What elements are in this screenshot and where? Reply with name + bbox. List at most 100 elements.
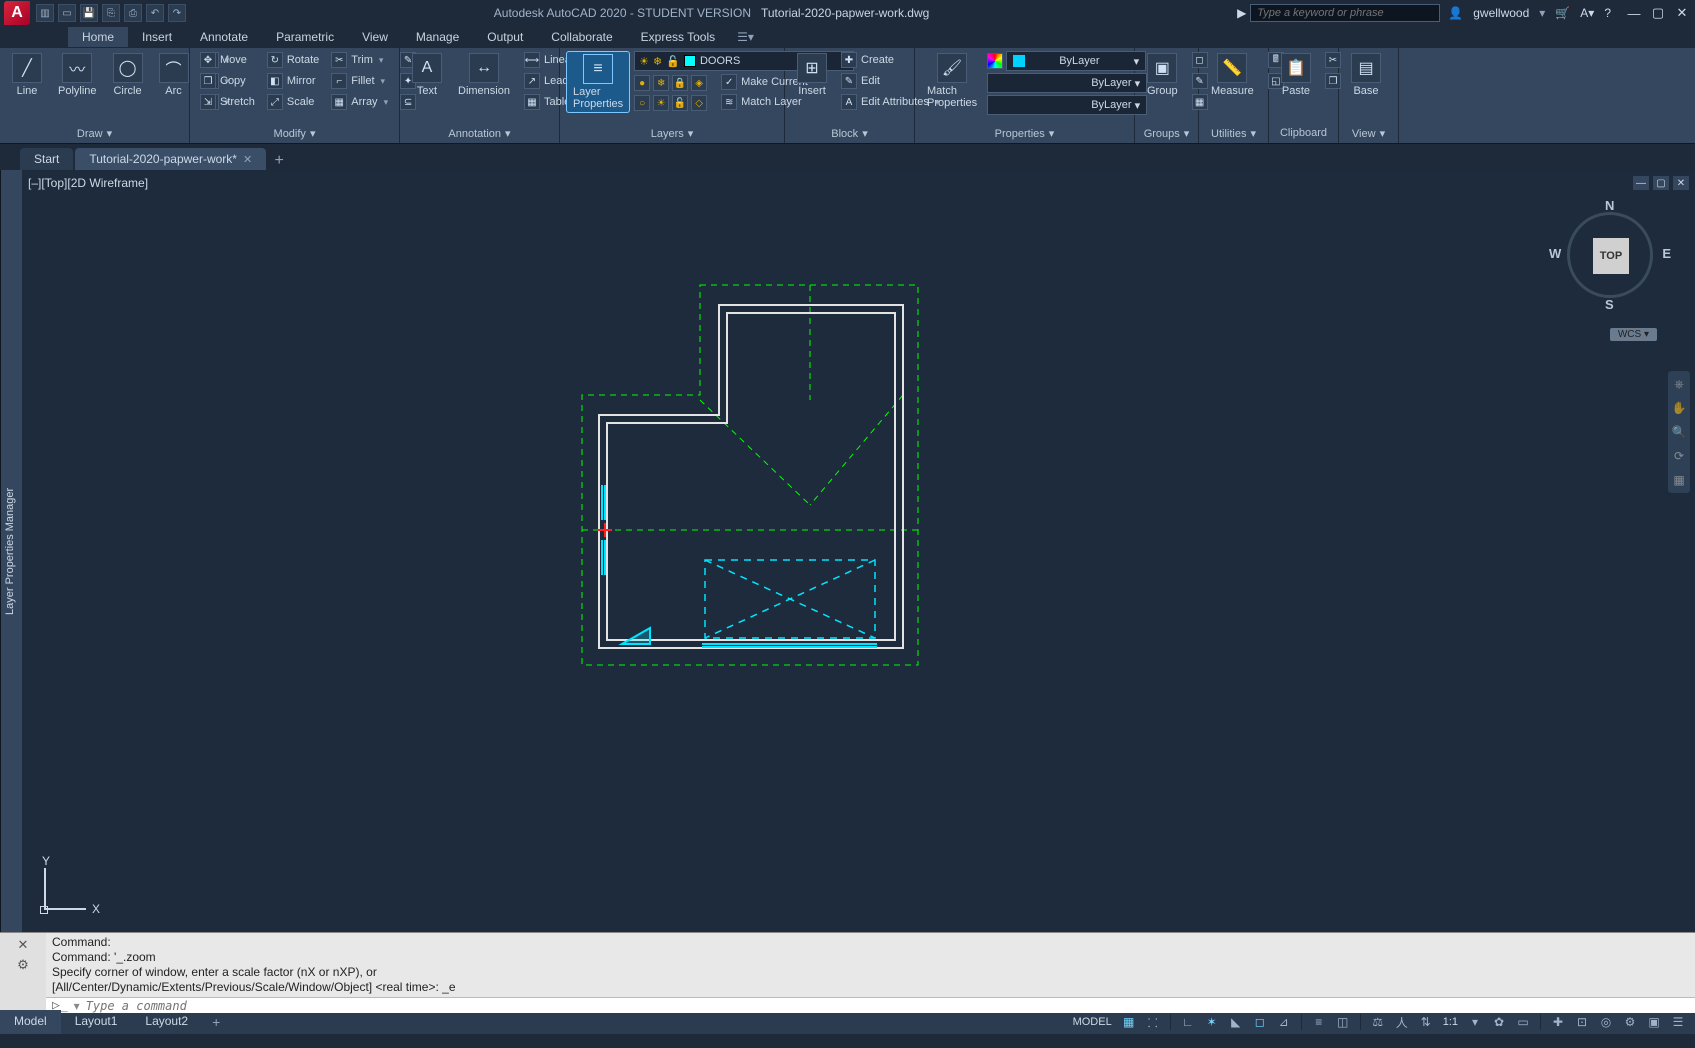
- layout-layout2[interactable]: Layout2: [131, 1010, 202, 1034]
- menu-output[interactable]: Output: [473, 27, 537, 47]
- qat-save-icon[interactable]: 💾: [80, 4, 98, 22]
- osnap-icon[interactable]: ◻: [1249, 1012, 1271, 1032]
- workspace-icon[interactable]: ✿: [1488, 1012, 1510, 1032]
- layer-on-icon[interactable]: ○: [634, 95, 650, 111]
- transparency-icon[interactable]: ◫: [1332, 1012, 1354, 1032]
- status-scale[interactable]: 1:1: [1439, 1016, 1462, 1028]
- mirror-button[interactable]: ◧Mirror: [263, 72, 323, 90]
- color-wheel-icon[interactable]: [987, 53, 1003, 69]
- array-button[interactable]: ▦Array▾: [327, 93, 392, 111]
- qat-open-icon[interactable]: ▭: [58, 4, 76, 22]
- menu-expresstools[interactable]: Express Tools: [627, 27, 729, 47]
- tab-start[interactable]: Start: [20, 148, 73, 170]
- cleanscreen-icon[interactable]: ▣: [1643, 1012, 1665, 1032]
- drawing-canvas[interactable]: [22, 170, 1695, 932]
- snapmode-icon[interactable]: ⸬: [1142, 1012, 1164, 1032]
- layer-thaw-icon[interactable]: ☀: [653, 95, 669, 111]
- layout-model[interactable]: Model: [0, 1010, 61, 1034]
- cart-icon[interactable]: 🛒: [1555, 6, 1570, 20]
- units-icon[interactable]: ⊡: [1571, 1012, 1593, 1032]
- monitor-icon[interactable]: ▭: [1512, 1012, 1534, 1032]
- menu-collaborate[interactable]: Collaborate: [537, 27, 626, 47]
- qat-redo-icon[interactable]: ↷: [168, 4, 186, 22]
- close-tab-icon[interactable]: ✕: [243, 153, 252, 166]
- arc-button[interactable]: ⌒Arc: [153, 51, 195, 99]
- menu-manage[interactable]: Manage: [402, 27, 473, 47]
- measure-button[interactable]: 📏Measure: [1205, 51, 1260, 99]
- linetype-dropdown[interactable]: ByLayer ▾: [987, 95, 1147, 115]
- insert-button[interactable]: ⊞Insert: [791, 51, 833, 99]
- user-label[interactable]: gwellwood: [1473, 6, 1529, 20]
- app-logo[interactable]: A: [4, 1, 30, 25]
- layer-uniso-icon[interactable]: ◇: [691, 95, 707, 111]
- close-button[interactable]: ✕: [1673, 5, 1691, 21]
- line-button[interactable]: ╱Line: [6, 51, 48, 99]
- qat-plot-icon[interactable]: ⎙: [124, 4, 142, 22]
- search-input[interactable]: [1250, 4, 1440, 22]
- command-history[interactable]: Command: Command: '_.zoom Specify corner…: [46, 933, 1695, 997]
- signin-icon[interactable]: 👤: [1448, 6, 1463, 20]
- panel-block-title[interactable]: Block▾: [791, 125, 908, 143]
- panel-annotation-title[interactable]: Annotation▾: [406, 125, 553, 143]
- polyline-button[interactable]: 〰Polyline: [52, 51, 103, 99]
- annovisibility-icon[interactable]: 人: [1391, 1012, 1413, 1032]
- layer-unlock-icon[interactable]: 🔓: [672, 95, 688, 111]
- fillet-button[interactable]: ⌐Fillet▾: [327, 72, 392, 90]
- scale-button[interactable]: ⤢Scale: [263, 93, 323, 111]
- search-play-icon[interactable]: ▶: [1237, 6, 1246, 20]
- group-button[interactable]: ▣Group: [1141, 51, 1184, 99]
- cmd-close-icon[interactable]: ✕: [18, 937, 29, 953]
- maximize-button[interactable]: ▢: [1649, 5, 1667, 21]
- menu-annotate[interactable]: Annotate: [186, 27, 262, 47]
- text-button[interactable]: AText: [406, 51, 448, 99]
- panel-groups-title[interactable]: Groups▾: [1141, 125, 1192, 143]
- menu-home[interactable]: Home: [68, 27, 128, 47]
- qat-new-icon[interactable]: ▥: [36, 4, 54, 22]
- add-tab-button[interactable]: +: [268, 152, 290, 170]
- qat-saveas-icon[interactable]: ⎘: [102, 4, 120, 22]
- otrack-icon[interactable]: ⊿: [1273, 1012, 1295, 1032]
- command-input[interactable]: [86, 999, 1689, 1013]
- layer-off-icon[interactable]: ●: [634, 75, 650, 91]
- move-button[interactable]: ✥Move: [196, 51, 259, 69]
- panel-modify-title[interactable]: Modify▾: [196, 125, 393, 143]
- lineweight-icon[interactable]: ≡: [1308, 1012, 1330, 1032]
- qat-undo-icon[interactable]: ↶: [146, 4, 164, 22]
- ortho-icon[interactable]: ∟: [1177, 1012, 1199, 1032]
- annoscale-icon[interactable]: ⚖: [1367, 1012, 1389, 1032]
- app-switcher-icon[interactable]: A▾: [1580, 6, 1594, 20]
- layout-add-button[interactable]: +: [202, 1010, 230, 1034]
- ucs-icon[interactable]: Y X: [36, 858, 96, 918]
- cmd-options-icon[interactable]: ⚙: [17, 957, 29, 973]
- panel-properties-title[interactable]: Properties▾: [921, 125, 1128, 143]
- customize-icon[interactable]: ☰: [1667, 1012, 1689, 1032]
- annoauto-icon[interactable]: ⇅: [1415, 1012, 1437, 1032]
- paste-button[interactable]: 📋Paste: [1275, 51, 1317, 99]
- layer-freeze-icon[interactable]: ❄: [653, 75, 669, 91]
- tab-current[interactable]: Tutorial-2020-papwer-work*✕: [75, 148, 266, 170]
- panel-layers-title[interactable]: Layers▾: [566, 125, 778, 143]
- panel-utilities-title[interactable]: Utilities▾: [1205, 125, 1262, 143]
- layout-layout1[interactable]: Layout1: [61, 1010, 132, 1034]
- layer-lock-icon[interactable]: 🔒: [672, 75, 688, 91]
- trim-button[interactable]: ✂Trim▾: [327, 51, 392, 69]
- layer-iso-icon[interactable]: ◈: [691, 75, 707, 91]
- isolate-icon[interactable]: ◎: [1595, 1012, 1617, 1032]
- user-dropdown-icon[interactable]: ▾: [1539, 6, 1545, 20]
- minimize-button[interactable]: —: [1625, 5, 1643, 21]
- help-icon[interactable]: ?: [1604, 6, 1611, 20]
- match-properties-button[interactable]: 🖌Match Properties: [921, 51, 983, 111]
- panel-view-title[interactable]: View▾: [1345, 125, 1392, 143]
- panel-draw-title[interactable]: Draw▾: [6, 125, 183, 143]
- polar-icon[interactable]: ✶: [1201, 1012, 1223, 1032]
- color-dropdown[interactable]: ByLayer▾: [1006, 51, 1146, 71]
- layer-properties-manager-tab[interactable]: Layer Properties Manager: [0, 170, 22, 932]
- dimension-button[interactable]: ↔Dimension: [452, 51, 516, 99]
- scale-dropdown-icon[interactable]: ▾: [1464, 1012, 1486, 1032]
- stretch-button[interactable]: ⇲Stretch: [196, 93, 259, 111]
- menu-overflow-icon[interactable]: ☰▾: [737, 30, 754, 44]
- grid-icon[interactable]: ▦: [1118, 1012, 1140, 1032]
- isodraft-icon[interactable]: ◣: [1225, 1012, 1247, 1032]
- menu-insert[interactable]: Insert: [128, 27, 186, 47]
- menu-view[interactable]: View: [348, 27, 402, 47]
